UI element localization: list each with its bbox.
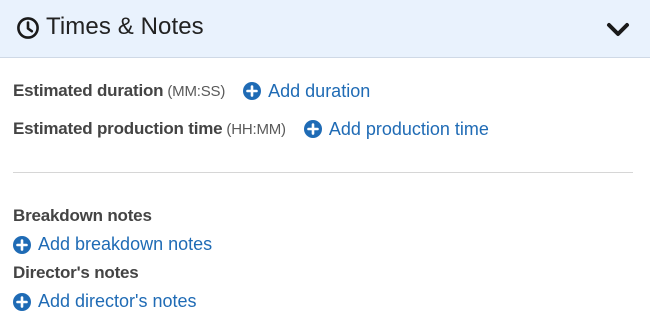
section-divider — [13, 172, 633, 173]
add-duration-label: Add duration — [268, 80, 371, 101]
chevron-down-icon[interactable] — [604, 18, 632, 42]
section-title: Times & Notes — [46, 13, 204, 40]
directors-notes-label: Director's notes — [13, 263, 139, 282]
estimated-duration-label: Estimated duration — [13, 81, 164, 100]
production-format-hint: (HH:MM) — [226, 120, 286, 138]
duration-format-hint: (MM:SS) — [167, 82, 226, 100]
clock-icon — [17, 17, 39, 39]
add-breakdown-notes-link[interactable]: Add breakdown notes — [13, 234, 212, 255]
plus-circle-icon — [303, 120, 322, 138]
plus-circle-icon — [13, 235, 31, 254]
add-directors-notes-label: Add director's notes — [38, 291, 197, 311]
estimated-production-time-label: Estimated production time — [13, 119, 223, 138]
add-duration-link[interactable]: Add duration — [243, 81, 370, 102]
plus-circle-icon — [243, 82, 262, 100]
breakdown-notes-label: Breakdown notes — [13, 206, 152, 225]
add-breakdown-notes-label: Add breakdown notes — [38, 234, 213, 254]
add-production-time-link[interactable]: Add production time — [303, 118, 489, 140]
plus-circle-icon — [13, 292, 31, 311]
times-notes-header[interactable]: Times & Notes — [0, 0, 650, 58]
add-directors-notes-link[interactable]: Add director's notes — [13, 291, 197, 312]
estimated-duration-row: Estimated duration (MM:SS) Add duration — [13, 79, 370, 103]
add-production-time-label: Add production time — [328, 118, 489, 139]
estimated-production-time-row: Estimated production time (HH:MM) Add pr… — [13, 117, 489, 141]
